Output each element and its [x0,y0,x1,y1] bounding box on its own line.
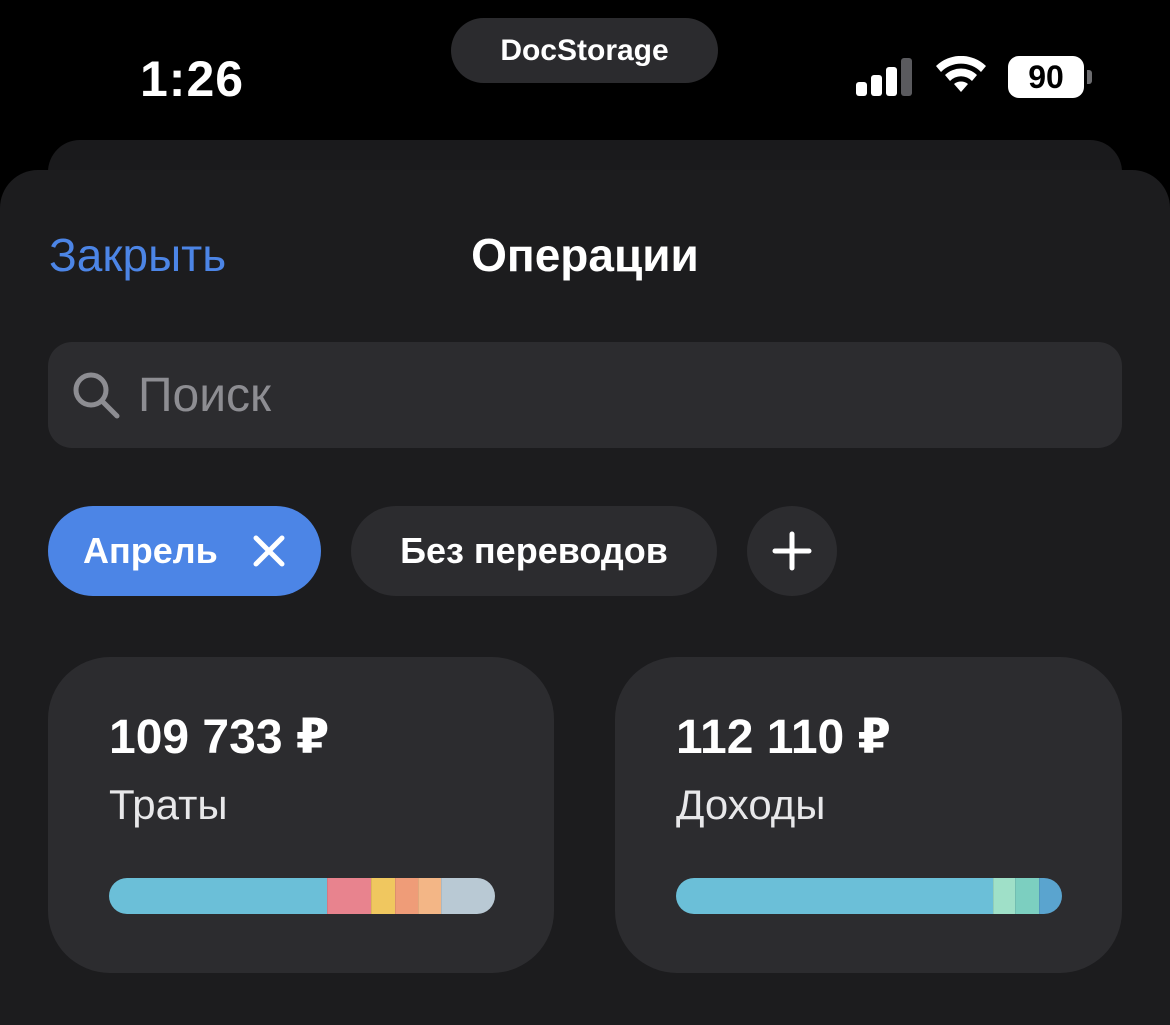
spending-amount: 109 733 ₽ [109,711,330,764]
status-time: 1:26 [140,51,245,107]
filter-chip-no-transfers[interactable]: Без переводов [351,506,717,596]
bar-segment [676,878,993,914]
spending-card[interactable]: 109 733 ₽ Траты [48,657,554,973]
bar-segment [992,878,1015,914]
plus-icon [772,531,812,571]
dynamic-island-label: DocStorage [451,18,718,83]
filter-chip-month-label: Апрель [83,530,218,571]
add-filter-button[interactable] [747,506,837,596]
page-title: Операции [471,229,699,281]
bar-segment [417,878,441,914]
remove-filter-icon[interactable] [252,534,286,568]
wifi-icon [936,56,986,92]
bar-segment [327,878,372,914]
search-icon [73,372,120,419]
bar-segment [109,878,328,914]
bar-segment [371,878,395,914]
filter-chip-month[interactable]: Апрель [48,506,321,596]
income-card[interactable]: 112 110 ₽ Доходы [615,657,1122,973]
income-label: Доходы [676,781,826,828]
cellular-signal-icon [856,58,912,96]
spending-label: Траты [109,781,228,828]
bar-segment [394,878,418,914]
search-input[interactable] [138,367,1038,423]
battery-level: 90 [1008,56,1084,98]
income-amount: 112 110 ₽ [676,711,891,764]
filter-chip-no-transfers-label: Без переводов [400,530,668,571]
spending-category-bar [109,878,495,914]
income-category-bar [676,878,1062,914]
search-field[interactable] [48,342,1122,448]
bar-segment [1038,878,1062,914]
bar-segment [1014,878,1039,914]
bar-segment [440,878,495,914]
battery-icon: 90 [1008,56,1092,98]
